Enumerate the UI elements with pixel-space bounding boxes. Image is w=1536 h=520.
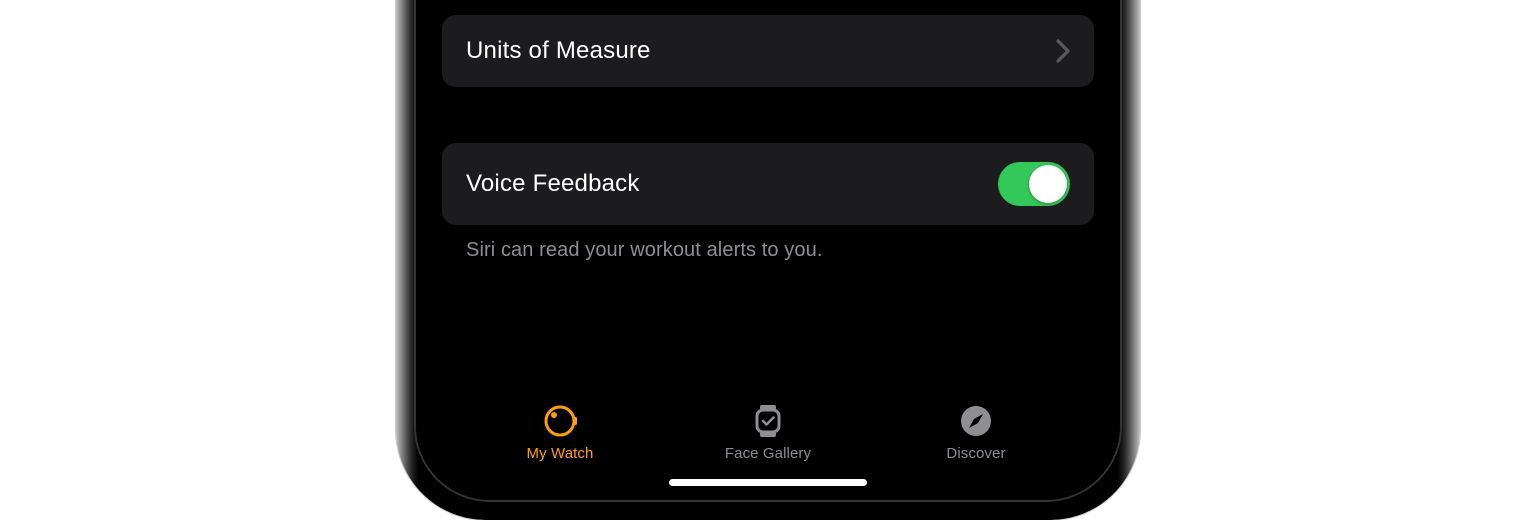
tab-face-gallery[interactable]: Face Gallery (693, 401, 843, 462)
units-label: Units of Measure (466, 37, 651, 65)
tab-discover[interactable]: Discover (901, 401, 1051, 462)
section-spacer (442, 87, 1094, 143)
tab-label: Face Gallery (725, 445, 811, 462)
units-of-measure-row[interactable]: Units of Measure (442, 15, 1094, 87)
voice-feedback-toggle[interactable] (998, 162, 1070, 206)
chevron-right-icon (1056, 39, 1070, 63)
compass-icon (956, 401, 996, 441)
toggle-knob (1029, 165, 1067, 203)
app-screen: Units of Measure Voice Feedback Siri can… (416, 0, 1120, 500)
watch-face-icon (748, 401, 788, 441)
phone-frame: Units of Measure Voice Feedback Siri can… (396, 0, 1140, 520)
voice-feedback-row: Voice Feedback (442, 143, 1094, 225)
tab-label: My Watch (527, 445, 594, 462)
watch-icon (540, 401, 580, 441)
home-indicator[interactable] (669, 479, 867, 486)
tab-my-watch[interactable]: My Watch (485, 401, 635, 462)
tab-label: Discover (946, 445, 1005, 462)
voice-feedback-label: Voice Feedback (466, 170, 640, 198)
phone-inner: Units of Measure Voice Feedback Siri can… (414, 0, 1122, 502)
voice-feedback-footer: Siri can read your workout alerts to you… (442, 225, 1094, 262)
